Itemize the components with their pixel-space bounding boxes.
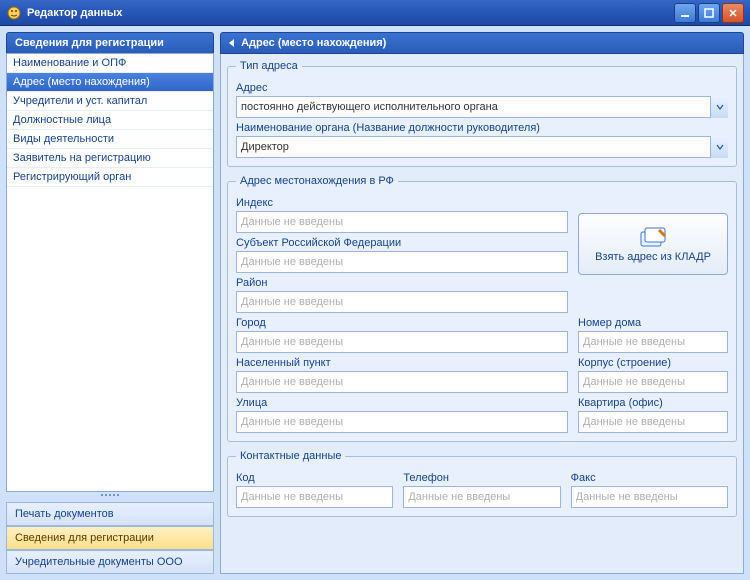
- input-phone[interactable]: [403, 486, 560, 508]
- label-fax: Факс: [571, 472, 728, 484]
- nav-item-officials[interactable]: Должностные лица: [7, 111, 213, 130]
- input-apartment[interactable]: [578, 411, 728, 433]
- label-index: Индекс: [236, 197, 568, 209]
- label-settlement: Населенный пункт: [236, 357, 568, 369]
- main-header: Адрес (место нахождения): [220, 32, 744, 54]
- accordion: Печать документов Сведения для регистрац…: [6, 502, 214, 574]
- maximize-button[interactable]: [698, 3, 720, 23]
- nav-item-address[interactable]: Адрес (место нахождения): [7, 73, 213, 92]
- label-district: Район: [236, 277, 568, 289]
- window-title: Редактор данных: [27, 7, 122, 19]
- nav-item-founders[interactable]: Учредители и уст. капитал: [7, 92, 213, 111]
- select-address-type[interactable]: [236, 96, 728, 118]
- input-district[interactable]: [236, 291, 568, 313]
- sidebar: Сведения для регистрации Наименование и …: [6, 32, 214, 574]
- input-fax[interactable]: [571, 486, 728, 508]
- titlebar: Редактор данных: [0, 0, 750, 26]
- label-address: Адрес: [236, 82, 728, 94]
- label-building: Корпус (строение): [578, 357, 728, 369]
- nav-item-activities[interactable]: Виды деятельности: [7, 130, 213, 149]
- nav-item-applicant[interactable]: Заявитель на регистрацию: [7, 149, 213, 168]
- input-subject[interactable]: [236, 251, 568, 273]
- label-house: Номер дома: [578, 317, 728, 329]
- main-panel: Адрес (место нахождения) Тип адреса Адре…: [220, 32, 744, 574]
- accordion-registration[interactable]: Сведения для регистрации: [6, 526, 214, 550]
- arrow-icon: [229, 39, 234, 47]
- input-house[interactable]: [578, 331, 728, 353]
- input-code[interactable]: [236, 486, 393, 508]
- legend-address-type: Тип адреса: [236, 60, 302, 72]
- label-apartment: Квартира (офис): [578, 397, 728, 409]
- legend-contact: Контактные данные: [236, 450, 345, 462]
- label-street: Улица: [236, 397, 568, 409]
- splitter-handle[interactable]: [6, 492, 214, 498]
- label-subject: Субъект Российской Федерации: [236, 237, 568, 249]
- kladr-icon: [639, 226, 667, 248]
- fieldset-rf-address: Адрес местонахождения в РФ Индекс Субъек…: [227, 175, 737, 442]
- label-org-name: Наименование органа (Название должности …: [236, 122, 728, 134]
- app-icon: [6, 5, 22, 21]
- nav-item-registrar[interactable]: Регистрирующий орган: [7, 168, 213, 187]
- label-phone: Телефон: [403, 472, 560, 484]
- accordion-docs[interactable]: Учредительные документы ООО: [6, 550, 214, 574]
- input-settlement[interactable]: [236, 371, 568, 393]
- label-city: Город: [236, 317, 568, 329]
- label-code: Код: [236, 472, 393, 484]
- fieldset-address-type: Тип адреса Адрес Наименование органа (На…: [227, 60, 737, 167]
- kladr-button[interactable]: Взять адрес из КЛАДР: [578, 213, 728, 275]
- sidebar-header: Сведения для регистрации: [6, 32, 214, 53]
- accordion-print[interactable]: Печать документов: [6, 502, 214, 526]
- minimize-button[interactable]: [674, 3, 696, 23]
- fieldset-contact: Контактные данные Код Телефон Факс: [227, 450, 737, 517]
- close-button[interactable]: [722, 3, 744, 23]
- input-street[interactable]: [236, 411, 568, 433]
- select-org-name[interactable]: [236, 136, 728, 158]
- input-city[interactable]: [236, 331, 568, 353]
- input-index[interactable]: [236, 211, 568, 233]
- nav-list: Наименование и ОПФ Адрес (место нахожден…: [6, 53, 214, 492]
- nav-item-naming[interactable]: Наименование и ОПФ: [7, 54, 213, 73]
- editor-window: Редактор данных Сведения для регистрации…: [0, 0, 750, 580]
- legend-rf-address: Адрес местонахождения в РФ: [236, 175, 398, 187]
- input-building[interactable]: [578, 371, 728, 393]
